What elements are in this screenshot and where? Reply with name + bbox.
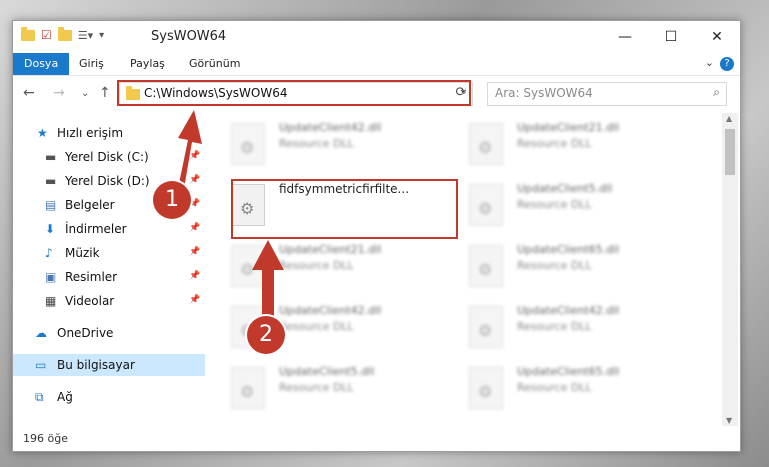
arrow-step-2 bbox=[252, 240, 284, 322]
step-2-badge: 2 bbox=[247, 316, 285, 354]
annotation-overlay bbox=[176, 110, 284, 322]
step-1-badge: 1 bbox=[153, 181, 191, 219]
